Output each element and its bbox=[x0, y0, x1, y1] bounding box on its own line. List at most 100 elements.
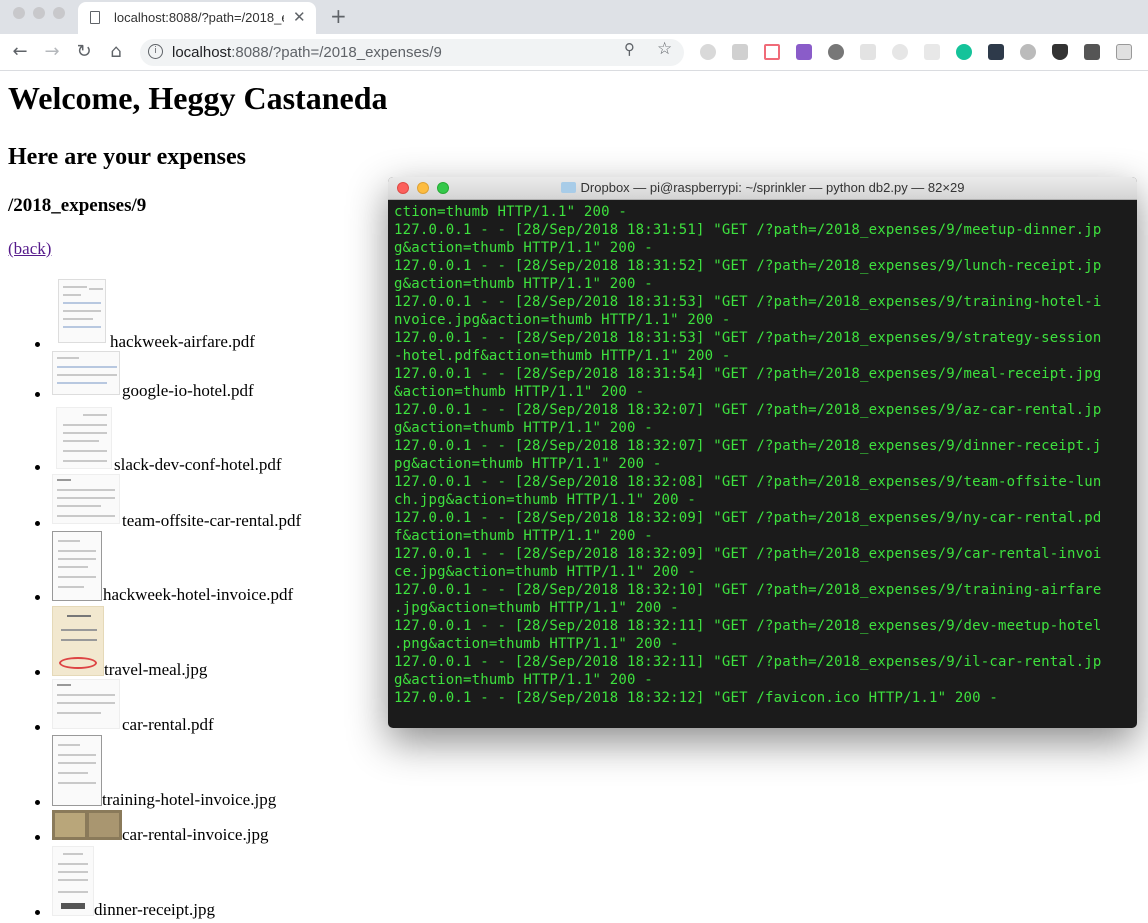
list-bullet bbox=[35, 910, 40, 915]
window-minimize-button[interactable] bbox=[33, 7, 45, 19]
list-item[interactable]: car-rental.pdf bbox=[122, 715, 214, 735]
list-bullet bbox=[35, 595, 40, 600]
terminal-line: 127.0.0.1 - - [28/Sep/2018 18:31:52] "GE… bbox=[394, 258, 1102, 274]
extension-css-icon[interactable] bbox=[1116, 44, 1132, 60]
terminal-line: ch.jpg&action=thumb HTTP/1.1" 200 - bbox=[394, 492, 697, 508]
back-link[interactable]: (back) bbox=[8, 239, 51, 259]
folder-path: /2018_expenses/9 bbox=[8, 195, 147, 216]
list-bullet bbox=[35, 725, 40, 730]
terminal-line: &action=thumb HTTP/1.1" 200 - bbox=[394, 384, 645, 400]
file-thumbnail[interactable] bbox=[52, 810, 122, 840]
site-info-icon[interactable]: i bbox=[148, 44, 163, 59]
terminal-line: 127.0.0.1 - - [28/Sep/2018 18:32:07] "GE… bbox=[394, 438, 1102, 454]
terminal-window[interactable]: Dropbox — pi@raspberrypi: ~/sprinkler — … bbox=[388, 177, 1137, 728]
browser-tab-bar: localhost:8088/?path=/2018_e ✕ + bbox=[0, 0, 1148, 34]
extension-tile-icon[interactable] bbox=[860, 44, 876, 60]
file-thumbnail[interactable] bbox=[52, 679, 120, 729]
file-thumbnail[interactable] bbox=[52, 474, 120, 524]
address-bar[interactable]: i localhost:8088/?path=/2018_expenses/9 bbox=[140, 39, 684, 66]
terminal-line: 127.0.0.1 - - [28/Sep/2018 18:32:09] "GE… bbox=[394, 510, 1102, 526]
list-bullet bbox=[35, 342, 40, 347]
list-bullet bbox=[35, 835, 40, 840]
tab-close-icon[interactable]: ✕ bbox=[293, 8, 306, 26]
list-item[interactable]: hackweek-hotel-invoice.pdf bbox=[103, 585, 293, 605]
list-item[interactable]: dinner-receipt.jpg bbox=[94, 900, 215, 920]
terminal-line: ction=thumb HTTP/1.1" 200 - bbox=[394, 204, 627, 220]
terminal-line: .jpg&action=thumb HTTP/1.1" 200 - bbox=[394, 600, 679, 616]
terminal-title: Dropbox — pi@raspberrypi: ~/sprinkler — … bbox=[580, 180, 965, 195]
terminal-line: f&action=thumb HTTP/1.1" 200 - bbox=[394, 528, 653, 544]
terminal-line: pg&action=thumb HTTP/1.1" 200 - bbox=[394, 456, 662, 472]
zoom-icon[interactable]: ⚲ bbox=[624, 40, 635, 58]
file-thumbnail[interactable] bbox=[56, 407, 112, 469]
list-item[interactable]: hackweek-airfare.pdf bbox=[110, 332, 255, 352]
window-close-button[interactable] bbox=[13, 7, 25, 19]
terminal-line: 127.0.0.1 - - [28/Sep/2018 18:31:53] "GE… bbox=[394, 330, 1102, 346]
list-item[interactable]: team-offsite-car-rental.pdf bbox=[122, 511, 301, 531]
terminal-line: 127.0.0.1 - - [28/Sep/2018 18:31:54] "GE… bbox=[394, 366, 1102, 382]
terminal-line: g&action=thumb HTTP/1.1" 200 - bbox=[394, 672, 653, 688]
list-bullet bbox=[35, 521, 40, 526]
terminal-line: g&action=thumb HTTP/1.1" 200 - bbox=[394, 276, 653, 292]
terminal-line: .png&action=thumb HTTP/1.1" 200 - bbox=[394, 636, 679, 652]
terminal-line: 127.0.0.1 - - [28/Sep/2018 18:31:53] "GE… bbox=[394, 294, 1102, 310]
extension-grammarly-icon[interactable] bbox=[956, 44, 972, 60]
page-icon bbox=[90, 11, 100, 24]
list-item[interactable]: travel-meal.jpg bbox=[104, 660, 207, 680]
terminal-line: g&action=thumb HTTP/1.1" 200 - bbox=[394, 240, 653, 256]
new-tab-icon[interactable]: + bbox=[330, 4, 347, 28]
extension-chat-icon[interactable] bbox=[732, 44, 748, 60]
terminal-output[interactable]: ction=thumb HTTP/1.1" 200 - 127.0.0.1 - -… bbox=[394, 203, 1134, 707]
extension-globe-icon[interactable] bbox=[828, 44, 844, 60]
address-url[interactable]: localhost:8088/?path=/2018_expenses/9 bbox=[172, 44, 442, 61]
extension-pocket-icon[interactable] bbox=[1052, 44, 1068, 60]
terminal-line: 127.0.0.1 - - [28/Sep/2018 18:32:08] "GE… bbox=[394, 474, 1102, 490]
window-zoom-button[interactable] bbox=[53, 7, 65, 19]
expenses-heading: Here are your expenses bbox=[8, 144, 246, 170]
list-item[interactable]: training-hotel-invoice.jpg bbox=[102, 790, 276, 810]
terminal-line: 127.0.0.1 - - [28/Sep/2018 18:32:07] "GE… bbox=[394, 402, 1102, 418]
terminal-line: 127.0.0.1 - - [28/Sep/2018 18:31:51] "GE… bbox=[394, 222, 1102, 238]
file-thumbnail[interactable] bbox=[52, 846, 94, 916]
list-bullet bbox=[35, 392, 40, 397]
list-bullet bbox=[35, 670, 40, 675]
file-thumbnail[interactable] bbox=[52, 531, 102, 601]
browser-tab[interactable]: localhost:8088/?path=/2018_e ✕ bbox=[78, 2, 316, 34]
forward-arrow-icon[interactable]: → bbox=[40, 40, 64, 64]
reload-icon[interactable]: ↻ bbox=[72, 40, 96, 64]
terminal-line: g&action=thumb HTTP/1.1" 200 - bbox=[394, 420, 653, 436]
terminal-line: 127.0.0.1 - - [28/Sep/2018 18:32:09] "GE… bbox=[394, 546, 1102, 562]
list-bullet bbox=[35, 800, 40, 805]
welcome-heading: Welcome, Heggy Castaneda bbox=[8, 80, 388, 116]
extension-gear-icon[interactable] bbox=[700, 44, 716, 60]
terminal-line: nvoice.jpg&action=thumb HTTP/1.1" 200 - bbox=[394, 312, 731, 328]
home-icon[interactable]: ⌂ bbox=[104, 40, 128, 64]
terminal-line: ce.jpg&action=thumb HTTP/1.1" 200 - bbox=[394, 564, 697, 580]
browser-toolbar: ← → ↻ ⌂ i localhost:8088/?path=/2018_exp… bbox=[0, 34, 1148, 71]
file-thumbnail[interactable] bbox=[52, 351, 120, 395]
extension-dark-icon[interactable] bbox=[988, 44, 1004, 60]
terminal-line: 127.0.0.1 - - [28/Sep/2018 18:32:11] "GE… bbox=[394, 654, 1102, 670]
list-item[interactable]: car-rental-invoice.jpg bbox=[122, 825, 268, 845]
list-bullet bbox=[35, 465, 40, 470]
list-item[interactable]: slack-dev-conf-hotel.pdf bbox=[114, 455, 282, 475]
file-thumbnail[interactable] bbox=[58, 279, 106, 343]
file-thumbnail[interactable] bbox=[52, 735, 102, 806]
list-item[interactable]: google-io-hotel.pdf bbox=[122, 381, 254, 401]
extension-circle-icon[interactable] bbox=[1020, 44, 1036, 60]
terminal-line: 127.0.0.1 - - [28/Sep/2018 18:32:10] "GE… bbox=[394, 582, 1102, 598]
extension-play-icon[interactable] bbox=[764, 44, 780, 60]
back-arrow-icon[interactable]: ← bbox=[8, 40, 32, 64]
terminal-line: 127.0.0.1 - - [28/Sep/2018 18:32:12] "GE… bbox=[394, 690, 999, 706]
terminal-line: -hotel.pdf&action=thumb HTTP/1.1" 200 - bbox=[394, 348, 731, 364]
terminal-line: 127.0.0.1 - - [28/Sep/2018 18:32:11] "GE… bbox=[394, 618, 1102, 634]
extension-json-icon[interactable] bbox=[924, 44, 940, 60]
terminal-title-bar[interactable]: Dropbox — pi@raspberrypi: ~/sprinkler — … bbox=[388, 177, 1137, 200]
file-thumbnail[interactable] bbox=[52, 606, 104, 676]
extension-react-icon[interactable] bbox=[892, 44, 908, 60]
tab-title: localhost:8088/?path=/2018_e bbox=[114, 10, 284, 25]
extension-image-icon[interactable] bbox=[1084, 44, 1100, 60]
extension-grid-icon[interactable] bbox=[796, 44, 812, 60]
bookmark-star-icon[interactable]: ☆ bbox=[657, 39, 672, 59]
folder-icon bbox=[560, 182, 576, 193]
